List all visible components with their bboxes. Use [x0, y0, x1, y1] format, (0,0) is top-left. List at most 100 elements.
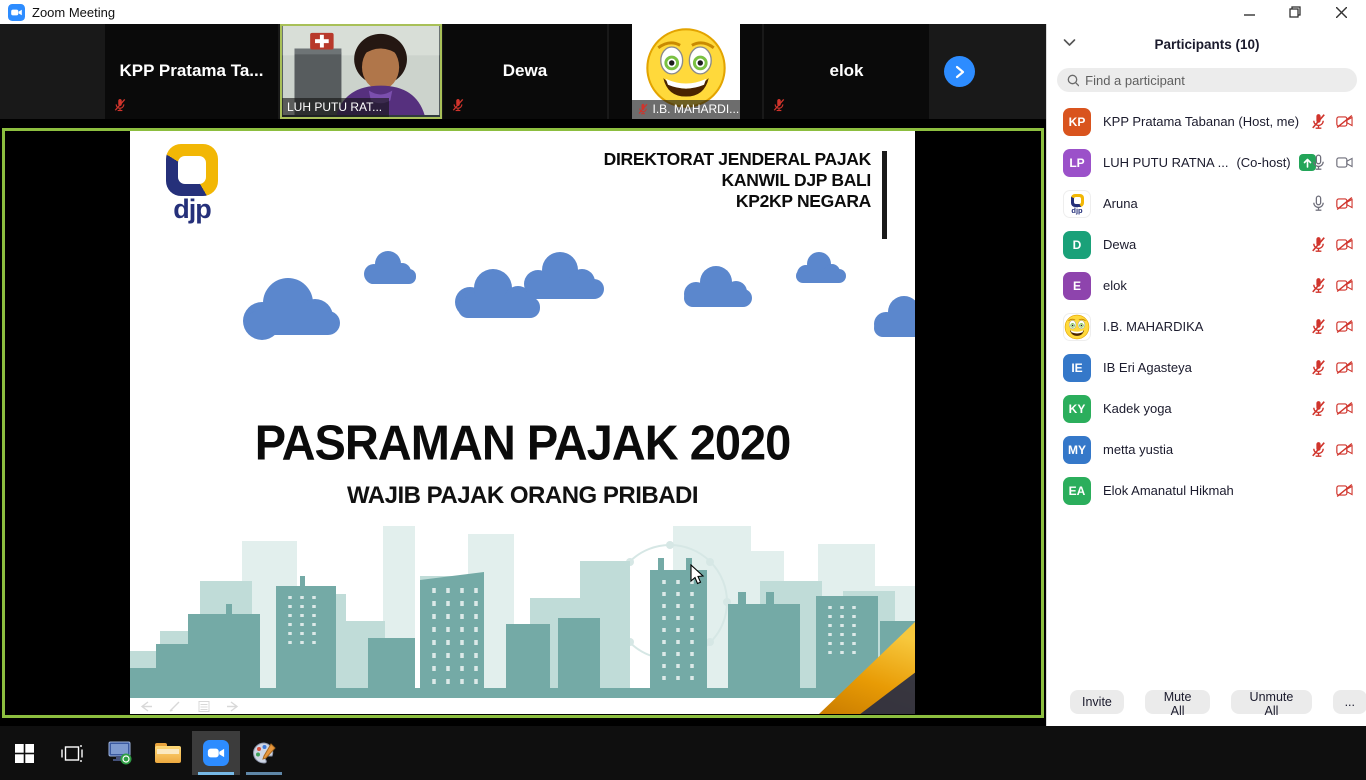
video-off-icon[interactable] — [1336, 236, 1353, 253]
mic-muted-icon[interactable] — [1310, 441, 1327, 458]
zoom-app-icon — [8, 4, 25, 21]
pen-tool-icon[interactable] — [167, 700, 183, 713]
muted-mic-icon — [772, 98, 786, 112]
close-button[interactable] — [1318, 0, 1364, 24]
previous-slide-icon[interactable] — [138, 700, 154, 713]
magnifier-icon — [1067, 74, 1079, 87]
chevron-down-icon[interactable] — [1063, 38, 1076, 47]
participant-row[interactable]: KP KPP Pratama Tabanan (Host, me) — [1047, 101, 1366, 142]
next-slide-icon[interactable] — [225, 700, 241, 713]
participant-row[interactable]: LP LUH PUTU RATNA ... (Co-host) — [1047, 142, 1366, 183]
windows-taskbar: ENG 17.28 10/08/2020 1 — [0, 726, 1366, 780]
video-tile-elok[interactable]: elok — [764, 24, 929, 119]
unmute-all-button[interactable]: Unmute All — [1231, 690, 1311, 714]
avatar: LP — [1063, 149, 1091, 177]
next-participants-arrow-button[interactable] — [944, 56, 975, 87]
smiley-emoji-icon — [644, 26, 728, 110]
folder-icon — [155, 743, 181, 763]
video-off-icon[interactable] — [1336, 441, 1353, 458]
participant-name: elok — [1103, 278, 1127, 293]
avatar-image: I.B. MAHARDI... — [632, 24, 740, 119]
mouse-cursor — [690, 564, 705, 586]
window-title: Zoom Meeting — [32, 5, 115, 20]
mic-muted-icon[interactable] — [1310, 236, 1327, 253]
start-button[interactable] — [0, 731, 48, 775]
avatar: KY — [1063, 395, 1091, 423]
video-tile-dewa[interactable]: Dewa — [443, 24, 607, 119]
video-off-icon[interactable] — [1336, 113, 1353, 130]
org-line: DIREKTORAT JENDERAL PAJAK — [604, 149, 871, 170]
video-tile-luhputu-active-speaker[interactable]: LUH PUTU RAT... — [280, 24, 442, 119]
tile-name: elok — [764, 60, 929, 80]
djp-logo-mark-icon — [1071, 194, 1084, 207]
city-skyline-graphic — [130, 526, 915, 698]
avatar-djp-logo: djp — [1063, 190, 1091, 218]
remote-desktop-app-button[interactable] — [96, 731, 144, 775]
mic-muted-icon[interactable] — [1310, 400, 1327, 417]
invite-button[interactable]: Invite — [1070, 690, 1124, 714]
organization-header: DIREKTORAT JENDERAL PAJAK KANWIL DJP BAL… — [604, 149, 871, 212]
paint-palette-icon — [251, 741, 277, 765]
participant-name: I.B. MAHARDIKA — [1103, 319, 1203, 334]
minimize-button[interactable] — [1226, 0, 1272, 24]
zoom-camera-icon — [203, 740, 229, 766]
header-divider-bar — [882, 151, 887, 239]
slide-list-icon[interactable] — [196, 700, 212, 713]
participant-row[interactable]: IE IB Eri Agasteya — [1047, 347, 1366, 388]
slide-subtitle: WAJIB PAJAK ORANG PRIBADI — [130, 482, 915, 510]
video-tile-mahardika[interactable]: I.B. MAHARDI... — [609, 24, 762, 119]
video-on-icon[interactable] — [1336, 154, 1353, 171]
task-view-button[interactable] — [48, 731, 96, 775]
tile-name: Dewa — [443, 60, 607, 80]
presenter-controls — [138, 700, 241, 713]
muted-mic-icon — [113, 98, 127, 112]
tile-name: I.B. MAHARDI... — [653, 102, 740, 116]
zoom-taskbar-button[interactable] — [192, 731, 240, 775]
paint-taskbar-button[interactable] — [240, 731, 288, 775]
video-off-icon[interactable] — [1336, 400, 1353, 417]
participant-row[interactable]: I.B. MAHARDIKA — [1047, 306, 1366, 347]
participants-actions: Invite Mute All Unmute All ... — [1047, 690, 1366, 714]
participant-name: LUH PUTU RATNA ... — [1103, 155, 1228, 170]
mic-muted-icon[interactable] — [1310, 318, 1327, 335]
participant-row[interactable]: D Dewa — [1047, 224, 1366, 265]
mute-all-button[interactable]: Mute All — [1145, 690, 1210, 714]
participants-header: Participants (10) — [1047, 34, 1366, 56]
participant-row[interactable]: KY Kadek yoga — [1047, 388, 1366, 429]
participant-row[interactable]: djp Aruna — [1047, 183, 1366, 224]
search-input[interactable] — [1085, 73, 1347, 88]
file-explorer-button[interactable] — [144, 731, 192, 775]
mic-muted-icon[interactable] — [1310, 113, 1327, 130]
mic-on-icon[interactable] — [1310, 154, 1327, 171]
video-off-icon[interactable] — [1336, 482, 1353, 499]
meeting-main-area: KPP Pratama Ta... LUH PUTU RAT... Dewa — [0, 24, 1046, 726]
remote-desktop-icon — [107, 741, 133, 765]
mic-muted-icon[interactable] — [1310, 359, 1327, 376]
participants-list: KP KPP Pratama Tabanan (Host, me) LP LUH… — [1047, 101, 1366, 511]
video-off-icon[interactable] — [1336, 359, 1353, 376]
restore-button[interactable] — [1272, 0, 1318, 24]
mic-on-icon[interactable] — [1310, 195, 1327, 212]
running-app-indicator — [198, 772, 234, 775]
participant-row[interactable]: MY metta yustia — [1047, 429, 1366, 470]
video-off-icon[interactable] — [1336, 277, 1353, 294]
participant-role: (Co-host) — [1236, 155, 1290, 170]
more-options-button[interactable]: ... — [1333, 690, 1366, 714]
avatar: KP — [1063, 108, 1091, 136]
windows-logo-icon — [15, 744, 34, 763]
participant-row[interactable]: E elok — [1047, 265, 1366, 306]
video-off-icon[interactable] — [1336, 195, 1353, 212]
participant-name: IB Eri Agasteya — [1103, 360, 1192, 375]
org-line: KANWIL DJP BALI — [604, 170, 871, 191]
mic-muted-icon[interactable] — [1310, 277, 1327, 294]
video-tile-kpp[interactable]: KPP Pratama Ta... — [105, 24, 278, 119]
participant-row[interactable]: EA Elok Amanatul Hikmah — [1047, 470, 1366, 511]
participant-name: KPP Pratama Tabanan (Host, me) — [1103, 114, 1299, 129]
avatar: D — [1063, 231, 1091, 259]
avatar-emoji — [1063, 313, 1091, 341]
djp-logo-mark-icon — [166, 144, 218, 196]
video-off-icon[interactable] — [1336, 318, 1353, 335]
participant-name: metta yustia — [1103, 442, 1173, 457]
clouds-graphic — [130, 249, 915, 374]
participant-search-box[interactable] — [1057, 68, 1357, 92]
